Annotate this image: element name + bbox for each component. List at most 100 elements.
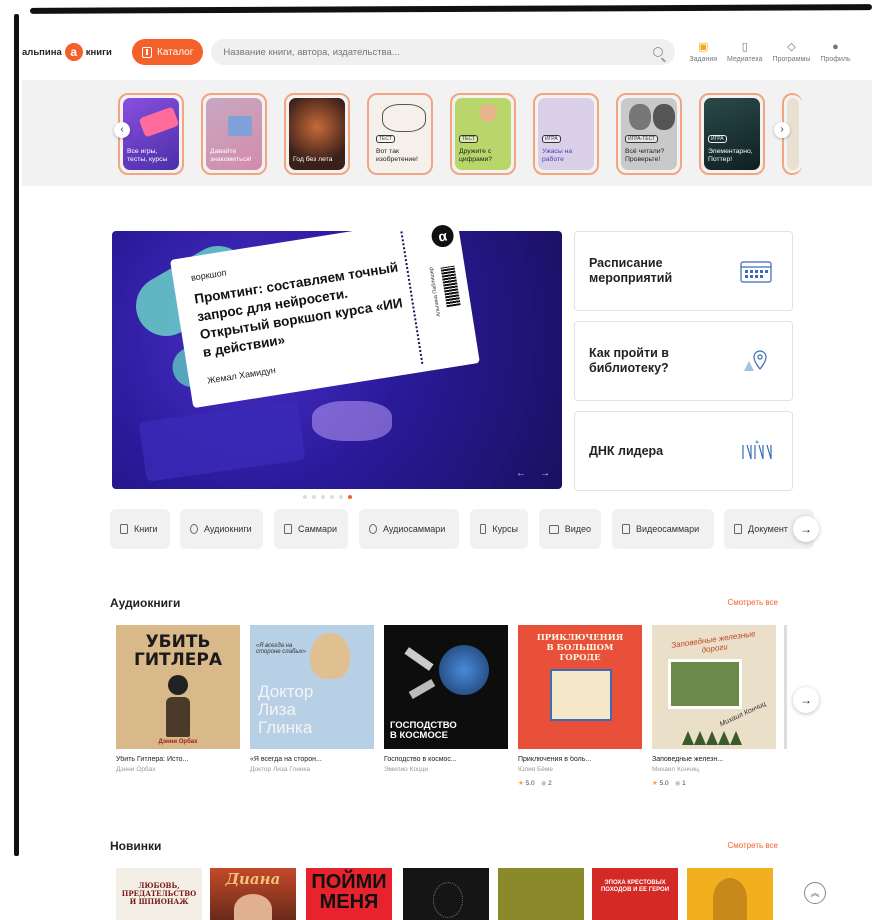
portrait-illustration bbox=[629, 104, 651, 130]
portrait-illustration bbox=[653, 104, 675, 130]
pagination-dot[interactable] bbox=[339, 495, 343, 499]
person-illustration bbox=[479, 104, 497, 122]
audiobook-card[interactable]: ГОСПОДСТВО В КОСМОСЕ Господство в космос… bbox=[384, 625, 508, 773]
cover-title: ГОСПОДСТВО В КОСМОСЕ bbox=[390, 720, 457, 741]
format-tab-courses[interactable]: Курсы bbox=[470, 509, 528, 549]
new-book-cover[interactable]: Диана bbox=[210, 868, 296, 920]
leader-dna-card[interactable]: ДНК лидера bbox=[574, 411, 793, 491]
story-label: Вот так изобретение! bbox=[376, 148, 418, 163]
story-card[interactable]: ИГРА-ТЕСТ Всё читали? Проверьте! bbox=[616, 93, 682, 175]
header-nav: ▣ Задания ▯ Медиатека ◇ Программы ● Проф… bbox=[689, 41, 850, 63]
book-author[interactable]: Михаил Кончиц bbox=[652, 766, 776, 773]
story-card[interactable]: ТЕСТ Вот так изобретение! bbox=[367, 93, 433, 175]
book-author[interactable]: Доктор Лиза Глинка bbox=[250, 766, 374, 773]
play-icon bbox=[168, 675, 188, 695]
format-tab-videosummaries[interactable]: Видеосаммари bbox=[612, 509, 714, 549]
story-label: Ужасы на работе bbox=[542, 148, 573, 163]
stories-prev-button[interactable]: ‹ bbox=[114, 122, 130, 138]
format-tab-video[interactable]: Видео bbox=[539, 509, 601, 549]
new-book-cover[interactable] bbox=[498, 868, 584, 920]
book-author[interactable]: Эмилио Коцци bbox=[384, 766, 508, 773]
screenshot-frame-left bbox=[14, 14, 19, 856]
location-pin-icon bbox=[740, 349, 772, 373]
pagination-dot[interactable] bbox=[312, 495, 316, 499]
cover-title: УБИТЬ ГИТЛЕРА bbox=[133, 632, 222, 670]
comment-icon: ◉ bbox=[540, 780, 547, 787]
banner-prev-button[interactable]: ← bbox=[516, 468, 526, 479]
format-tabs: Книги Аудиокниги Саммари Аудиосаммари Ку… bbox=[110, 509, 822, 549]
story-image: ТЕСТ Дружите с цифрами? bbox=[455, 98, 511, 170]
screenshot-frame-top bbox=[29, 4, 872, 14]
story-card[interactable]: ИГРА Элементарно, Поттер! bbox=[699, 93, 765, 175]
document-icon bbox=[734, 524, 742, 534]
catalog-button[interactable]: Каталог bbox=[132, 39, 204, 65]
book-author[interactable]: Дэнни Орбах bbox=[116, 766, 240, 773]
search-icon[interactable] bbox=[653, 47, 664, 57]
pagination-dot[interactable] bbox=[330, 495, 334, 499]
scroll-to-top-button[interactable]: ︽ bbox=[804, 882, 826, 904]
nav-programs[interactable]: ◇ Программы bbox=[773, 41, 811, 63]
format-tab-audiosummaries[interactable]: Аудиосаммари bbox=[359, 509, 459, 549]
story-tag: ИГРА-ТЕСТ bbox=[625, 135, 659, 143]
book-author[interactable]: Юлия Бёме bbox=[518, 766, 642, 773]
audiobooks-see-all-link[interactable]: Смотреть все bbox=[727, 598, 778, 607]
audiobook-card[interactable]: УБИТЬ ГИТЛЕРА Дэнни Орбах Убить Гитлера:… bbox=[116, 625, 240, 773]
graduation-cap-icon: ◇ bbox=[787, 41, 796, 53]
story-tag: ТЕСТ bbox=[459, 135, 478, 143]
glow-shape bbox=[312, 401, 392, 441]
new-book-cover[interactable] bbox=[687, 868, 773, 920]
format-tab-summaries[interactable]: Саммари bbox=[274, 509, 348, 549]
laptop-illustration bbox=[138, 400, 306, 482]
story-card[interactable]: ТЕСТ Дружите с цифрами? bbox=[450, 93, 516, 175]
story-card[interactable]: Давайте знакомиться! bbox=[201, 93, 267, 175]
book-icon bbox=[120, 524, 128, 534]
story-card[interactable]: Год без лета bbox=[284, 93, 350, 175]
book-cover: ГОСПОДСТВО В КОСМОСЕ bbox=[384, 625, 508, 749]
library-directions-card[interactable]: Как пройти в библиотеку? bbox=[574, 321, 793, 401]
banner-next-button[interactable]: → bbox=[540, 468, 550, 479]
new-book-cover[interactable]: ЭПОХА КРЕСТОВЫХ ПОХОДОВ И ЕЕ ГЕРОИ bbox=[592, 868, 678, 920]
new-books-see-all-link[interactable]: Смотреть все bbox=[727, 841, 778, 850]
logo-text-left: альпина bbox=[22, 46, 62, 58]
audiobooks-next-button[interactable]: → bbox=[793, 687, 819, 713]
new-book-cover[interactable] bbox=[403, 868, 489, 920]
stories-next-button[interactable]: › bbox=[774, 122, 790, 138]
cover-quote: «Я всегда на стороне слабых» bbox=[256, 643, 307, 655]
nav-profile[interactable]: ● Профиль bbox=[820, 41, 850, 63]
portrait-illustration bbox=[310, 633, 350, 679]
cover-title: Заповедные железные дороги bbox=[670, 629, 757, 655]
pagination-dot-active[interactable] bbox=[348, 495, 352, 499]
book-cover: «Я всегда на стороне слабых» Доктор Лиза… bbox=[250, 625, 374, 749]
format-tab-label: Аудиосаммари bbox=[383, 524, 446, 534]
nav-media-label: Медиатека bbox=[727, 56, 763, 63]
audiobook-card[interactable]: «Я всегда на стороне слабых» Доктор Лиза… bbox=[250, 625, 374, 773]
audiobook-card[interactable]: Заповедные железные дороги Михаил Кончиц… bbox=[652, 625, 776, 787]
story-image: ИГРА Ужасы на работе bbox=[538, 98, 594, 170]
nav-tasks[interactable]: ▣ Задания bbox=[689, 41, 717, 63]
book-rating: ★ 5.0 ◉ 1 bbox=[652, 779, 776, 787]
search-input[interactable] bbox=[223, 46, 654, 58]
formats-next-button[interactable]: → bbox=[793, 516, 819, 542]
satellite-illustration bbox=[404, 647, 434, 671]
headphones-icon bbox=[190, 524, 198, 534]
book-title: Приключения в боль... bbox=[518, 756, 592, 763]
new-book-cover[interactable]: ПОЙМИ МЕНЯ bbox=[306, 868, 392, 920]
pagination-dot[interactable] bbox=[321, 495, 325, 499]
pagination-dot[interactable] bbox=[303, 495, 307, 499]
site-logo[interactable]: альпина a книги bbox=[22, 43, 122, 61]
cover-title: Доктор Лиза Глинка bbox=[258, 682, 314, 737]
format-tab-audiobooks[interactable]: Аудиокниги bbox=[180, 509, 263, 549]
format-tab-books[interactable]: Книги bbox=[110, 509, 170, 549]
story-card[interactable]: ИГРА Ужасы на работе bbox=[533, 93, 599, 175]
star-icon: ★ bbox=[518, 780, 524, 787]
new-book-cover[interactable]: ЛЮБОВЬ, ПРЕДАТЕЛЬСТВО И ШПИОНАЖ bbox=[116, 868, 202, 920]
nav-media[interactable]: ▯ Медиатека bbox=[727, 41, 763, 63]
star-icon: ★ bbox=[652, 780, 658, 787]
cover-title: Диана bbox=[225, 870, 281, 888]
search-bar[interactable] bbox=[211, 39, 676, 65]
story-image: ИГРА Элементарно, Поттер! bbox=[704, 98, 760, 170]
story-label: Год без лета bbox=[293, 156, 333, 163]
headphones-icon bbox=[369, 524, 377, 534]
events-schedule-card[interactable]: Расписание мероприятий bbox=[574, 231, 793, 311]
audiobook-card[interactable]: ПРИКЛЮЧЕНИЯ В БОЛЬШОМ ГОРОДЕ Приключения… bbox=[518, 625, 642, 787]
